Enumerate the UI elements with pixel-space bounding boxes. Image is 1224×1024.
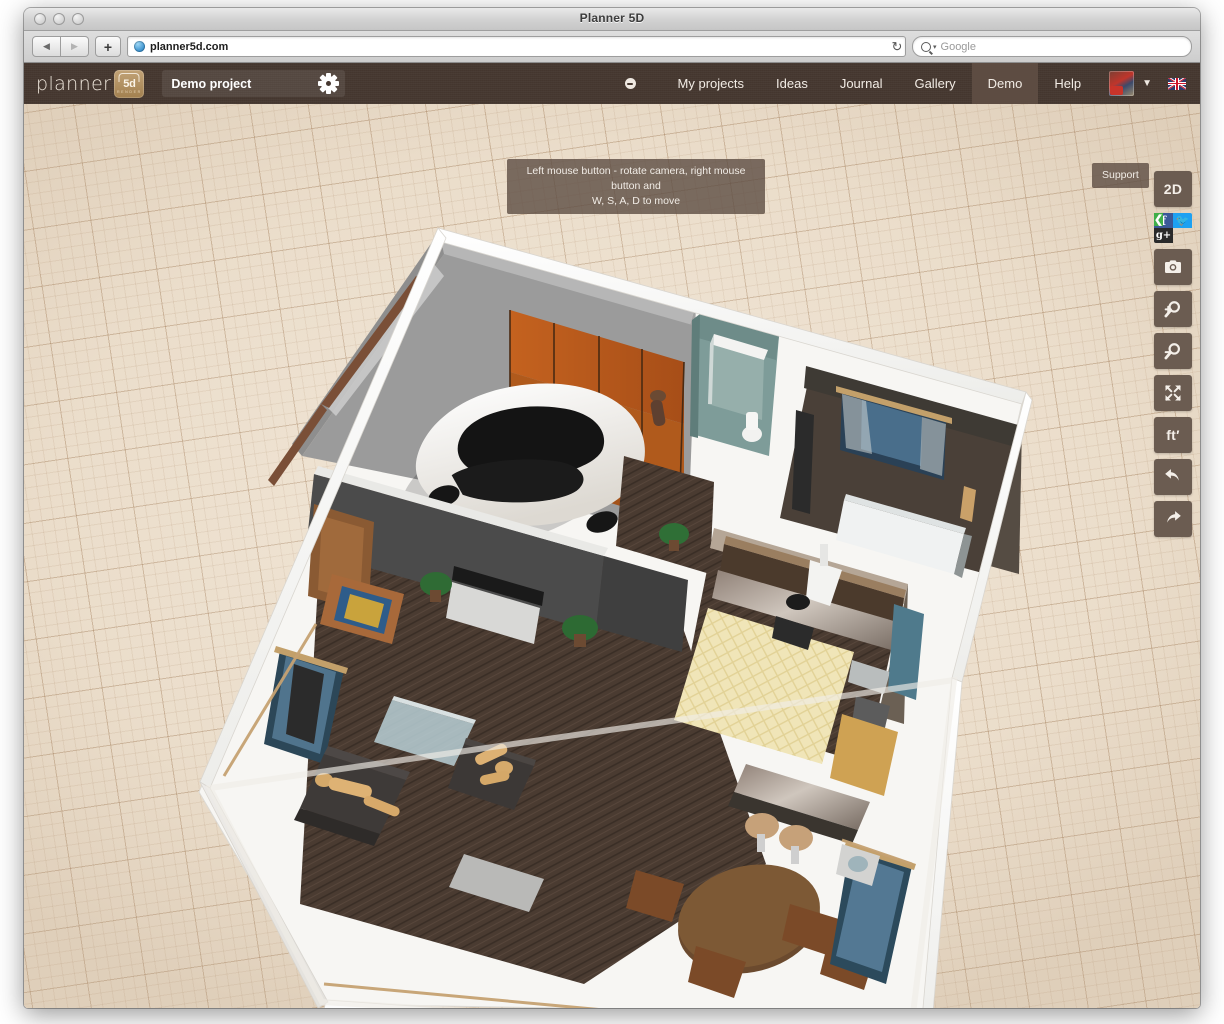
camera-hint-tooltip: Left mouse button - rotate camera, right… [507, 159, 765, 214]
globe-icon [134, 41, 145, 52]
menu-dot-icon[interactable] [625, 78, 636, 89]
3d-floor-plan[interactable] [24, 104, 1200, 1008]
back-button[interactable]: ◀ [32, 36, 61, 57]
window-titlebar: Planner 5D [24, 8, 1200, 31]
twitter-icon[interactable]: 🐦 [1173, 213, 1192, 228]
logo-badge-sub: RENDER [117, 90, 142, 94]
zoom-in-icon [1163, 299, 1183, 319]
fullscreen-button[interactable] [1154, 375, 1192, 411]
scene-toolbar: 2D f 🐦 g+ ❮ [1154, 171, 1192, 537]
design-canvas[interactable]: Left mouse button - rotate camera, right… [24, 104, 1200, 1008]
nav-buttons[interactable]: ◀ ▶ [32, 36, 89, 57]
search-placeholder: Google [941, 41, 976, 53]
fullscreen-icon [1163, 383, 1183, 403]
main-navigation: My projects Ideas Journal Gallery Demo H… [615, 63, 1200, 104]
chevron-down-icon[interactable]: ▾ [933, 43, 937, 51]
redo-button[interactable] [1154, 501, 1192, 537]
screenshot-button[interactable] [1154, 249, 1192, 285]
camera-hint-line-1: Left mouse button - rotate camera, right… [517, 164, 755, 194]
toggle-2d-button[interactable]: 2D [1154, 171, 1192, 207]
camera-hint-line-2: W, S, A, D to move [517, 194, 755, 209]
search-icon [921, 42, 931, 52]
units-button[interactable]: ft′ [1154, 417, 1192, 453]
chevron-down-icon[interactable]: ▼ [1142, 78, 1152, 89]
planner5d-app: planner 5d RENDER Demo project My projec… [24, 63, 1200, 1008]
browser-window: Planner 5D ◀ ▶ + planner5d.com ↻ ▾ Googl… [24, 8, 1200, 1008]
app-header: planner 5d RENDER Demo project My projec… [24, 63, 1200, 104]
forward-button[interactable]: ▶ [61, 36, 89, 57]
nav-item-my-projects[interactable]: My projects [662, 63, 760, 104]
google-plus-icon[interactable]: g+ [1154, 228, 1173, 243]
share-icon[interactable]: ❮ [1154, 213, 1163, 226]
address-bar[interactable]: planner5d.com ↻ [127, 36, 906, 57]
project-name-field[interactable]: Demo project [162, 70, 345, 97]
logo-badge-icon: 5d RENDER [114, 70, 144, 98]
zoom-out-icon [1163, 341, 1183, 361]
app-logo[interactable]: planner 5d RENDER [36, 70, 144, 98]
new-tab-button[interactable]: + [95, 36, 121, 57]
redo-icon [1163, 509, 1183, 529]
house-geometry [199, 228, 1032, 1008]
search-input[interactable]: ▾ Google [912, 36, 1192, 57]
camera-icon [1163, 257, 1183, 277]
browser-toolbar: ◀ ▶ + planner5d.com ↻ ▾ Google [24, 31, 1200, 63]
nav-item-journal[interactable]: Journal [824, 63, 899, 104]
nav-item-help[interactable]: Help [1038, 63, 1097, 104]
house-roof-shape [119, 73, 140, 82]
avatar[interactable] [1109, 71, 1134, 96]
zoom-in-button[interactable] [1154, 291, 1192, 327]
support-tooltip: Support [1092, 163, 1149, 188]
url-text: planner5d.com [150, 41, 228, 53]
nav-item-gallery[interactable]: Gallery [898, 63, 971, 104]
cooktop-pan [786, 594, 810, 610]
nav-item-demo[interactable]: Demo [972, 63, 1039, 104]
undo-icon [1163, 467, 1183, 487]
logo-wordmark: planner [36, 73, 111, 95]
reload-icon[interactable]: ↻ [889, 39, 905, 55]
window-title: Planner 5D [24, 11, 1200, 25]
gear-icon[interactable] [321, 76, 336, 91]
undo-button[interactable] [1154, 459, 1192, 495]
nav-item-ideas[interactable]: Ideas [760, 63, 824, 104]
uk-flag-icon[interactable] [1168, 78, 1186, 90]
project-name-label: Demo project [171, 77, 251, 91]
social-share-group[interactable]: f 🐦 g+ ❮ [1154, 213, 1192, 243]
zoom-out-button[interactable] [1154, 333, 1192, 369]
